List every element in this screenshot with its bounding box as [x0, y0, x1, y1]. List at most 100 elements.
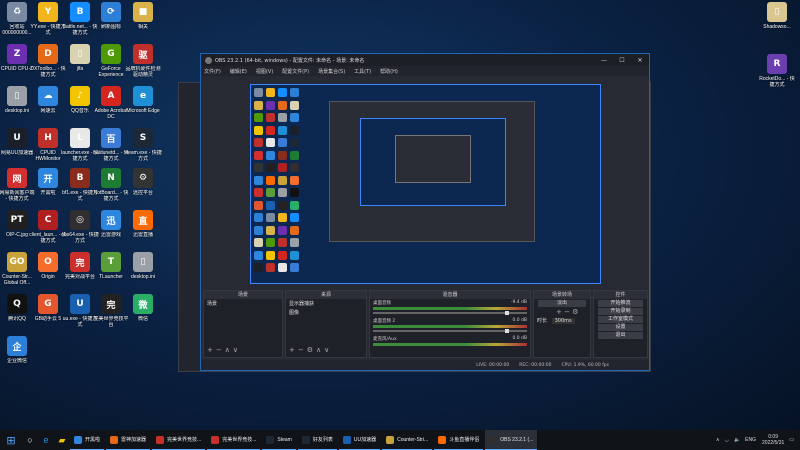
app-icon: ◎: [70, 210, 90, 230]
taskbar-app[interactable]: 雷神加速器: [106, 430, 151, 450]
taskbar-app[interactable]: 斗鱼直播伴侣: [434, 430, 484, 450]
taskbar-app[interactable]: UU加速器: [338, 430, 381, 450]
app-icon: PT: [7, 210, 27, 230]
captured-icon: [278, 225, 287, 235]
desktop-icon[interactable]: e Microsoft Edge: [126, 86, 160, 130]
obs-window[interactable]: OBS 23.2.1 (64-bit, windows) - 配置文件: 未命名…: [200, 53, 650, 371]
menu-edit[interactable]: 编辑(E): [230, 68, 247, 75]
mixer-channel-db: 0.0 dB: [512, 336, 527, 341]
desktop-icon[interactable]: G GeForce Experience: [94, 44, 128, 88]
obs-background-sidebar: [179, 83, 201, 371]
desktop-icon[interactable]: G GB助手云 5: [31, 294, 65, 338]
start-streaming-button[interactable]: 开始推流: [598, 300, 643, 307]
desktop-icon[interactable]: ⚙ 远控平台: [126, 168, 160, 212]
app-icon: G: [101, 44, 121, 64]
source-item-display-capture[interactable]: 显示器捕获: [286, 299, 366, 308]
menu-tools[interactable]: 工具(T): [354, 68, 371, 75]
app-icon: 网: [7, 168, 27, 188]
settings-button[interactable]: 设置: [598, 324, 643, 331]
desktop-icon[interactable]: D DXToolbo... - 快捷方式: [30, 44, 66, 88]
desktop-icon[interactable]: A Adobe Acrobat DC: [94, 86, 128, 130]
desktop-icon[interactable]: T TLauncher: [94, 252, 128, 296]
mixer-channel: 桌面音频 -9.4 dB: [370, 299, 530, 317]
transition-toolbar[interactable]: + − ⚙: [534, 308, 590, 316]
desktop-icon[interactable]: O Origin: [31, 252, 65, 296]
taskbar-app[interactable]: 完美世界竞技...: [207, 430, 261, 450]
taskbar-app[interactable]: 开黑啦: [70, 430, 105, 450]
app-icon: 完: [70, 252, 90, 272]
maximize-icon[interactable]: ☐: [613, 57, 631, 64]
volume-slider[interactable]: [373, 329, 527, 333]
transition-select[interactable]: 淡出: [538, 300, 586, 307]
minimize-icon[interactable]: —: [595, 57, 613, 64]
captured-icon: [266, 200, 275, 210]
desktop-icon[interactable]: N NotBoard... - 快捷方式: [94, 168, 128, 212]
duration-input[interactable]: 300ms: [551, 318, 575, 324]
desktop-icon[interactable]: 微微信: [126, 294, 160, 338]
nested-obs-window-inner: [395, 135, 471, 183]
taskbar-app-label: Counter-Stri...: [397, 436, 429, 443]
volume-icon[interactable]: 🔈: [734, 437, 740, 443]
desktop-icon[interactable]: Cclient_laun... - 快捷方式: [29, 210, 67, 254]
menu-scene-collection[interactable]: 场景集合(S): [318, 68, 345, 75]
desktop-icon[interactable]: 百 baidunetd... - 快捷方式: [93, 128, 129, 172]
clock[interactable]: 0:09 2022/5/31: [762, 434, 784, 446]
notifications-icon[interactable]: ▭: [789, 437, 794, 443]
taskbar-app[interactable]: Counter-Stri...: [382, 430, 433, 450]
desktop-icon[interactable]: 驱品牌机硬件检测 驱动精灵: [125, 44, 161, 88]
taskbar-app[interactable]: Steam: [262, 430, 296, 450]
menu-profile[interactable]: 配置文件(P): [282, 68, 309, 75]
obs-docks: 场景 场景 +−∧∨ 来源 显示器捕获 图像 +−⚙∧∨ 混音器 桌面音频 -9…: [201, 290, 649, 358]
studio-mode-button[interactable]: 工作室模式: [598, 316, 643, 323]
taskbar-app[interactable]: 完美世界竞技...: [152, 430, 206, 450]
obs-titlebar[interactable]: OBS 23.2.1 (64-bit, windows) - 配置文件: 未命名…: [201, 54, 649, 66]
app-icon: ♻: [7, 2, 27, 22]
app-icon: ⚙: [133, 168, 153, 188]
network-icon[interactable]: ◡: [725, 437, 729, 443]
scenes-toolbar[interactable]: +−∧∨: [207, 346, 241, 354]
preview-canvas[interactable]: [250, 84, 601, 284]
desktop-icon[interactable]: Y YY.exe - 快捷方式: [31, 2, 65, 46]
desktop-icon[interactable]: ▯ desktop.ini: [126, 252, 160, 296]
taskbar-app[interactable]: 好友列表: [297, 430, 337, 450]
desktop-icon[interactable]: 开开黑啦: [31, 168, 65, 212]
desktop-icon[interactable]: 完完美世界竞技平台: [93, 294, 129, 338]
captured-icon: [278, 188, 287, 197]
desktop-icon[interactable]: 企企业微信: [0, 336, 34, 380]
menu-help[interactable]: 帮助(H): [380, 68, 398, 75]
app-icon: C: [38, 210, 58, 230]
menu-file[interactable]: 文件(F): [204, 68, 221, 75]
desktop-icon[interactable]: ⟳ 刷新图标: [94, 2, 128, 46]
desktop-icon[interactable]: ▯ Shadowso...: [760, 2, 794, 46]
desktop-icon[interactable]: Ssteam.exe - 快捷方式: [124, 128, 162, 172]
audio-meter: [373, 325, 527, 328]
start-recording-button[interactable]: 开始录制: [598, 308, 643, 315]
desktop-icon[interactable]: ☁ 网速云: [31, 86, 65, 130]
search-icon[interactable]: ○: [22, 430, 38, 450]
volume-slider[interactable]: [373, 311, 527, 315]
windows-start-icon[interactable]: ⊞: [0, 430, 22, 450]
source-item-image[interactable]: 图像: [286, 308, 366, 317]
exit-button[interactable]: 退出: [598, 332, 643, 339]
desktop-icon[interactable]: 直迅雷直播: [126, 210, 160, 254]
scene-item[interactable]: 场景: [204, 299, 282, 308]
tray-expand-icon[interactable]: ∧: [716, 437, 720, 443]
sources-toolbar[interactable]: +−⚙∧∨: [289, 346, 332, 354]
file-explorer-icon[interactable]: ▰: [54, 430, 70, 450]
menu-view[interactable]: 视图(V): [256, 68, 273, 75]
close-icon[interactable]: ✕: [631, 57, 649, 64]
taskbar-app-icon: [211, 435, 220, 444]
taskbar-app[interactable]: OBS 23.2.1 (...: [485, 430, 538, 450]
app-icon: ▯: [133, 252, 153, 272]
desktop-icon[interactable]: 迅迅雷游戏: [94, 210, 128, 254]
desktop-icon[interactable]: R RocketDo... - 快捷方式: [759, 54, 795, 98]
app-icon: N: [101, 168, 121, 188]
desktop-icon[interactable]: H CPUID HWMonitor: [31, 128, 65, 172]
edge-icon[interactable]: e: [38, 430, 54, 450]
language-indicator[interactable]: ENG: [745, 437, 756, 443]
desktop-icon[interactable]: ■ 相关: [126, 2, 160, 46]
app-icon: 企: [7, 336, 27, 356]
captured-icon: [254, 250, 263, 260]
app-icon: G: [38, 294, 58, 314]
app-icon: 微: [133, 294, 153, 314]
